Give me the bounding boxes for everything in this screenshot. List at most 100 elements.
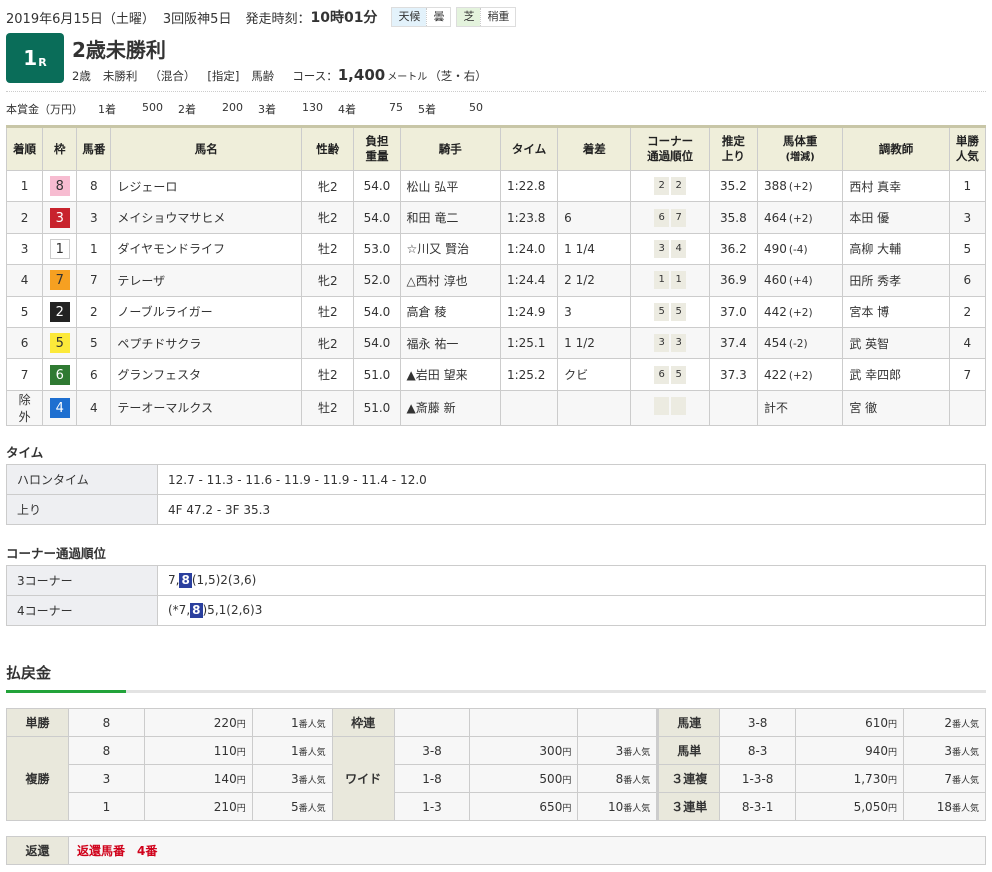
distance-unit: メートル [387, 72, 428, 83]
prize-amount: 50 [469, 101, 483, 114]
trainer[interactable]: 西村 真幸 [842, 169, 950, 203]
waku-badge: 1 [49, 238, 70, 259]
horse-name[interactable]: ペプチドサクラ [110, 326, 303, 360]
corner3-order: 7, 8 (1,5)2(3,6) [157, 565, 986, 596]
trainer[interactable]: 田所 秀孝 [842, 264, 950, 297]
corner-positions: 33 [630, 326, 710, 360]
prize-item: 4着 75 [323, 101, 403, 117]
horse-number: 3 [76, 201, 112, 234]
waku-cell: 4 [42, 389, 78, 426]
refund-row: 返還 返還馬番 4番 [6, 836, 986, 865]
body-weight-diff: (+2) [788, 181, 813, 194]
jockey[interactable]: ▲斎藤 新 [399, 389, 501, 426]
trainer[interactable]: 宮 徹 [842, 389, 950, 426]
race-number-badge: 1R [6, 33, 64, 83]
horse-name[interactable]: グランフェスタ [110, 358, 303, 391]
col-weight: 負担 重量 [353, 126, 401, 171]
finish-position: 4 [5, 264, 44, 297]
prize-item: 1着 500 [83, 101, 163, 117]
sex-age: 牝2 [301, 169, 355, 203]
waku-badge: 6 [49, 364, 70, 385]
margin: 1 1/4 [557, 232, 632, 266]
col-jockey: 騎手 [399, 126, 501, 171]
body-weight: 464 (+2) [756, 201, 844, 234]
corner-4-pos: 7 [671, 208, 687, 227]
body-weight-diff: (+2) [788, 306, 813, 319]
jockey[interactable]: ☆川又 賢治 [399, 232, 501, 266]
jockey[interactable]: ▲岩田 望来 [399, 358, 501, 391]
jockey[interactable]: 福永 祐一 [399, 326, 501, 360]
body-weight-diff: (-2) [788, 338, 808, 351]
horse-number: 8 [76, 169, 112, 203]
race-meeting: 3回阪神5日 [162, 11, 232, 27]
win-popularity [948, 389, 987, 426]
margin: 3 [557, 295, 632, 328]
body-weight: 計不 [756, 389, 844, 426]
body-weight-value: 464 [763, 210, 787, 225]
jockey[interactable]: 松山 弘平 [399, 169, 501, 203]
waku-badge: 8 [49, 176, 70, 197]
corner4-label: 4コーナー [6, 595, 158, 626]
trainer[interactable]: 本田 優 [842, 201, 950, 234]
empty-cell [577, 708, 659, 737]
result-row: 4 7 7 テレーザ 牝2 52.0 △西村 淳也 1:24.4 2 1/2 1 1 36.9 460(… [5, 264, 987, 297]
sanrenpuku-label: ３連複 [656, 764, 721, 793]
corner4-row: 4コーナー (*7, 8)5,1(2,6)3 [6, 595, 986, 626]
prize-label: 本賞金（万円） [6, 103, 83, 116]
course-label: コース： [292, 69, 338, 83]
start-label: 発走時刻： [245, 11, 311, 27]
corner-positions: 65 [630, 358, 710, 391]
payout-combination: 8-3-1 [719, 792, 797, 821]
horse-name[interactable]: メイショウマサヒメ [110, 201, 303, 234]
corner-4-pos: 5 [671, 365, 687, 384]
win-popularity: 5 [948, 232, 987, 266]
corner-4-pos: 3 [671, 334, 687, 353]
trainer[interactable]: 高柳 大輔 [842, 232, 950, 266]
finish-position: 3 [5, 232, 44, 266]
margin: 1 1/2 [557, 326, 632, 360]
payout-combination: 8 [67, 736, 145, 765]
corner-3-pos: 5 [654, 302, 670, 321]
sex-age: 牡2 [301, 358, 355, 391]
trainer[interactable]: 武 英智 [842, 326, 950, 360]
sex-age: 牝2 [301, 326, 355, 360]
time-table: ハロンタイム 12.7 - 11.3 - 11.6 - 11.9 - 11.9 … [6, 464, 986, 525]
corner4-winner-highlight: 8 [190, 603, 203, 618]
payout-row: 3 140円 3番人気 1-8 500円 8番人気 ３連複 1-3-8 1,730円 7番人気 [7, 764, 987, 793]
track-tag: 芝 稍重 [456, 7, 517, 27]
result-row: 1 8 8 レジェーロ 牝2 54.0 松山 弘平 1:22.8 2 2 35.2 388 (+2) 西村… [5, 169, 987, 203]
weather-label: 天候 [392, 8, 427, 26]
col-horse-name: 馬名 [110, 126, 303, 171]
horse-name[interactable]: レジェーロ [110, 169, 303, 203]
horse-name[interactable]: ノーブルライガー [110, 295, 303, 328]
horse-name[interactable]: テーオーマルクス [110, 389, 303, 426]
horse-number: 6 [76, 358, 112, 391]
time-section-title: タイム [6, 445, 44, 460]
race-date: 2019年6月15日（土曜） [6, 11, 155, 27]
jockey[interactable]: 高倉 稜 [399, 295, 501, 328]
payout-amount: 1,730円 [795, 764, 904, 793]
waku-cell: 1 [42, 232, 78, 266]
last-3f: 36.2 [708, 232, 758, 266]
body-weight-diff: (-4) [788, 243, 808, 256]
corner-3-pos: 6 [654, 365, 670, 384]
payout-amount: 220円 [143, 708, 253, 737]
last-3f: 37.0 [708, 295, 758, 328]
jockey[interactable]: △西村 淳也 [399, 264, 501, 297]
race-number: 1 [23, 46, 38, 70]
horse-number: 1 [76, 232, 112, 266]
horse-name[interactable]: ダイヤモンドライフ [110, 232, 303, 266]
corner-4-pos: 2 [671, 177, 687, 196]
carried-weight: 53.0 [353, 232, 401, 266]
jockey[interactable]: 和田 竜二 [399, 201, 501, 234]
win-popularity: 3 [948, 201, 987, 234]
trainer[interactable]: 武 幸四郎 [842, 358, 950, 391]
last-3f: 37.4 [708, 326, 758, 360]
race-time: 1:25.2 [499, 358, 559, 391]
furlong-label: ハロンタイム [6, 464, 158, 495]
horse-name[interactable]: テレーザ [110, 264, 303, 297]
payout-amount: 140円 [143, 764, 253, 793]
trainer[interactable]: 宮本 博 [842, 295, 950, 328]
sanrentan-label: ３連単 [656, 792, 721, 821]
col-horse-num: 馬番 [76, 126, 112, 171]
